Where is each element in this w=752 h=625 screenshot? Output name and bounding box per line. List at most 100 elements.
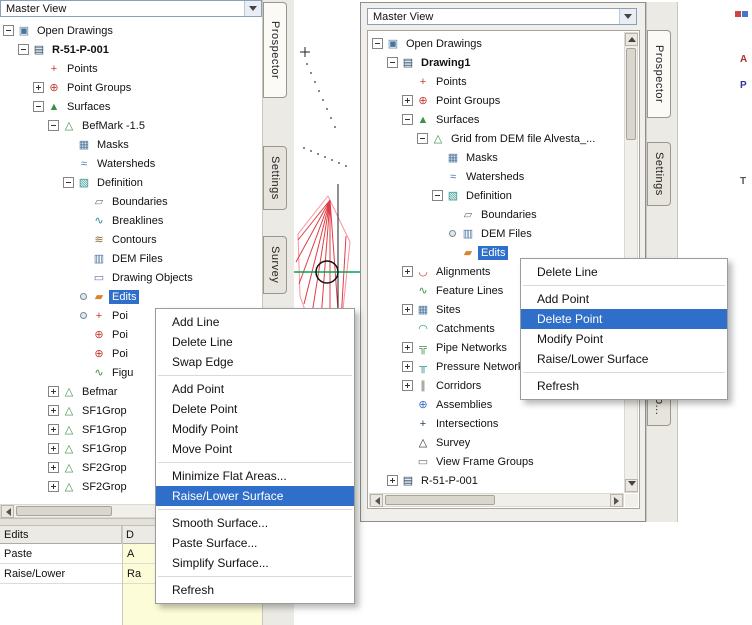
scroll-left-button[interactable]: [1, 505, 14, 518]
view-selector-right[interactable]: Master View: [367, 8, 637, 25]
tree-item-edits[interactable]: ▰ Edits: [0, 287, 262, 306]
tree-item-drawing-objects[interactable]: ▭ Drawing Objects: [0, 268, 262, 287]
tree-item-watersheds[interactable]: ≈ Watersheds: [369, 167, 624, 186]
expand-icon[interactable]: [402, 95, 413, 106]
masks-icon: ▦: [447, 151, 459, 164]
menu-item-move-point[interactable]: Move Point: [156, 439, 354, 459]
scrollbar-thumb[interactable]: [626, 48, 636, 140]
view-selector-value: Master View: [6, 2, 67, 15]
collapse-icon[interactable]: [48, 120, 59, 131]
expand-icon[interactable]: [48, 386, 59, 397]
collapse-icon[interactable]: [417, 133, 428, 144]
menu-item-delete-point[interactable]: Delete Point: [521, 309, 727, 329]
chevron-down-icon[interactable]: [244, 1, 261, 16]
tree-item-intersections[interactable]: + Intersections: [369, 414, 624, 433]
chevron-down-icon[interactable]: [619, 9, 636, 24]
tab-settings-left[interactable]: Settings: [263, 146, 287, 210]
tree-item-view-frame-groups[interactable]: ▭ View Frame Groups: [369, 452, 624, 471]
view-selector[interactable]: Master View: [0, 0, 262, 17]
tree-item-breaklines[interactable]: ∿ Breaklines: [0, 211, 262, 230]
tree-item-boundaries[interactable]: ▱ Boundaries: [0, 192, 262, 211]
collapse-icon[interactable]: [372, 38, 383, 49]
tree-item-points[interactable]: + Points: [369, 72, 624, 91]
tree-item-grid-surface[interactable]: △ Grid from DEM file Alvesta_...: [369, 129, 624, 148]
tree-item-drawing-r51[interactable]: ▤ R-51-P-001: [0, 40, 262, 59]
surface-icon: △: [433, 132, 443, 145]
tree-item-watersheds[interactable]: ≈ Watersheds: [0, 154, 262, 173]
scroll-up-button[interactable]: [625, 33, 638, 46]
menu-item-paste-surface[interactable]: Paste Surface...: [156, 533, 354, 553]
tab-survey-left[interactable]: Survey: [263, 236, 287, 294]
menu-item-delete-point[interactable]: Delete Point: [156, 399, 354, 419]
tab-prospector-left[interactable]: Prospector: [263, 2, 287, 98]
scrollbar-thumb[interactable]: [385, 495, 495, 505]
menu-item-add-line[interactable]: Add Line: [156, 312, 354, 332]
scroll-down-button[interactable]: [625, 479, 638, 492]
menu-item-modify-point[interactable]: Modify Point: [156, 419, 354, 439]
tab-prospector-right[interactable]: Prospector: [647, 30, 671, 118]
tree-item-dem-files[interactable]: ▥ DEM Files: [369, 224, 624, 243]
tree-item-surfaces[interactable]: ▲ Surfaces: [0, 97, 262, 116]
expand-icon[interactable]: [402, 342, 413, 353]
collapse-icon[interactable]: [3, 25, 14, 36]
status-slot: [78, 293, 89, 300]
menu-item-refresh[interactable]: Refresh: [521, 376, 727, 396]
expand-icon[interactable]: [48, 481, 59, 492]
menu-item-modify-point[interactable]: Modify Point: [521, 329, 727, 349]
expand-icon[interactable]: [48, 462, 59, 473]
menu-item-smooth-surface[interactable]: Smooth Surface...: [156, 513, 354, 533]
menu-item-simplify-surface[interactable]: Simplify Surface...: [156, 553, 354, 573]
menu-item-delete-line[interactable]: Delete Line: [521, 262, 727, 282]
collapse-icon[interactable]: [18, 44, 29, 55]
horizontal-scrollbar[interactable]: [369, 493, 624, 507]
tree-item-definition[interactable]: ▧ Definition: [369, 186, 624, 205]
expand-icon[interactable]: [402, 266, 413, 277]
menu-item-delete-line[interactable]: Delete Line: [156, 332, 354, 352]
scroll-right-button[interactable]: [610, 494, 623, 507]
menu-item-add-point[interactable]: Add Point: [156, 379, 354, 399]
tree-item-surface-befmark[interactable]: △ BefMark -1.5: [0, 116, 262, 135]
tree-item-contours[interactable]: ≋ Contours: [0, 230, 262, 249]
list-header-edits[interactable]: Edits: [0, 526, 122, 544]
menu-item-raise-lower-surface[interactable]: Raise/Lower Surface: [521, 349, 727, 369]
surface-icon: △: [64, 442, 74, 455]
tree-item-masks[interactable]: ▦ Masks: [0, 135, 262, 154]
expand-icon[interactable]: [402, 361, 413, 372]
collapse-icon[interactable]: [432, 190, 443, 201]
tree-item-surfaces[interactable]: ▲ Surfaces: [369, 110, 624, 129]
scroll-left-button[interactable]: [370, 494, 383, 507]
expand-icon[interactable]: [48, 424, 59, 435]
tree-item-label: Feature Lines: [436, 284, 504, 297]
menu-item-add-point[interactable]: Add Point: [521, 289, 727, 309]
figures-icon: ∿: [94, 366, 104, 379]
expand-icon[interactable]: [402, 304, 413, 315]
expand-icon[interactable]: [48, 443, 59, 454]
scrollbar-thumb[interactable]: [16, 506, 112, 516]
tree-item-survey[interactable]: △ Survey: [369, 433, 624, 452]
collapse-icon[interactable]: [402, 114, 413, 125]
tree-item-label: Pressure Networks: [436, 360, 529, 373]
menu-item-minimize-flat-areas[interactable]: Minimize Flat Areas...: [156, 466, 354, 486]
tree-item-open-drawings[interactable]: ▣ Open Drawings: [0, 21, 262, 40]
collapse-icon[interactable]: [387, 57, 398, 68]
expand-icon[interactable]: [387, 475, 398, 486]
tree-item-masks[interactable]: ▦ Masks: [369, 148, 624, 167]
tree-item-boundaries[interactable]: ▱ Boundaries: [369, 205, 624, 224]
collapse-icon[interactable]: [33, 101, 44, 112]
menu-item-swap-edge[interactable]: Swap Edge: [156, 352, 354, 372]
expand-icon[interactable]: [33, 82, 44, 93]
tree-item-drawing1[interactable]: ▤ Drawing1: [369, 53, 624, 72]
tree-item-open-drawings[interactable]: ▣ Open Drawings: [369, 34, 624, 53]
tree-item-point-groups[interactable]: ⊕ Point Groups: [0, 78, 262, 97]
tree-item-dem-files[interactable]: ▥ DEM Files: [0, 249, 262, 268]
tab-settings-right[interactable]: Settings: [647, 142, 671, 206]
tree-item-definition[interactable]: ▧ Definition: [0, 173, 262, 192]
expand-icon[interactable]: [402, 380, 413, 391]
tree-item-points[interactable]: + Points: [0, 59, 262, 78]
tree-item-point-groups[interactable]: ⊕ Point Groups: [369, 91, 624, 110]
menu-item-raise-lower-surface[interactable]: Raise/Lower Surface: [156, 486, 354, 506]
expand-icon[interactable]: [48, 405, 59, 416]
tree-item-drawing-r51[interactable]: ▤ R-51-P-001: [369, 471, 624, 490]
collapse-icon[interactable]: [63, 177, 74, 188]
menu-item-refresh[interactable]: Refresh: [156, 580, 354, 600]
